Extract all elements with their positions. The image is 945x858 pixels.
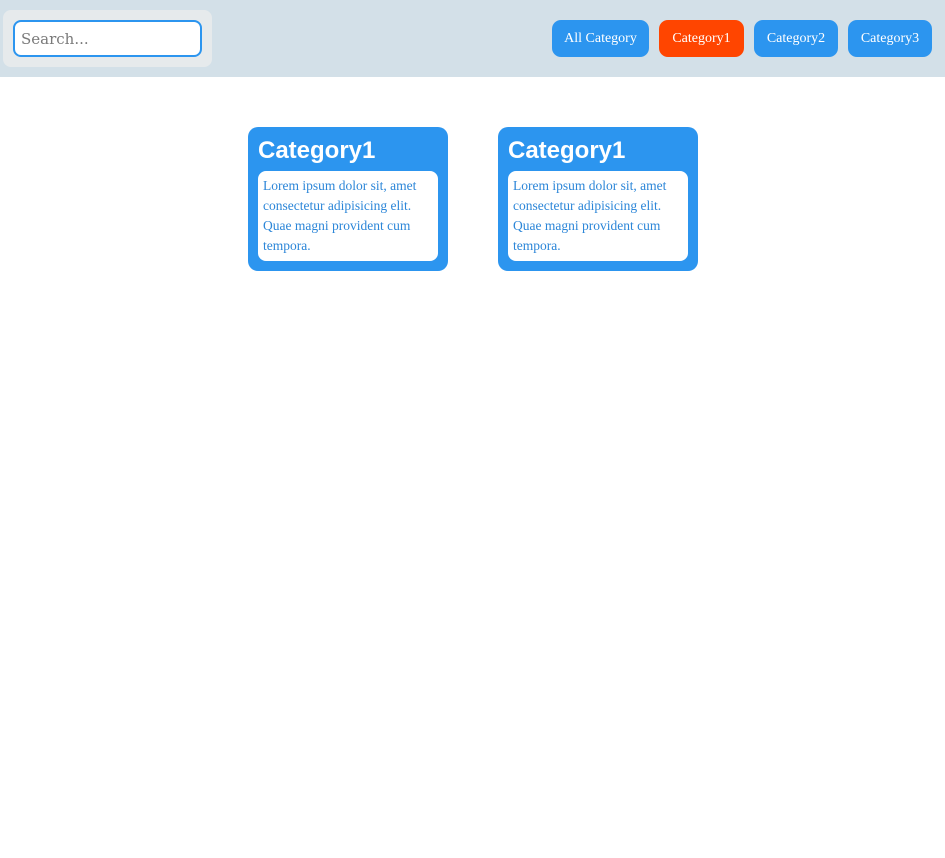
filter-category1-button[interactable]: Category1 xyxy=(659,20,744,57)
category-card: Category1 Lorem ipsum dolor sit, amet co… xyxy=(248,127,448,271)
filter-all-category-button[interactable]: All Category xyxy=(552,20,649,57)
search-input[interactable] xyxy=(13,20,202,57)
filter-category3-button[interactable]: Category3 xyxy=(848,20,932,57)
card-title: Category1 xyxy=(258,137,376,164)
top-bar: All Category Category1 Category2 Categor… xyxy=(0,0,945,77)
card-description: Lorem ipsum dolor sit, amet consectetur … xyxy=(508,171,688,261)
card-description: Lorem ipsum dolor sit, amet consectetur … xyxy=(258,171,438,261)
card-title: Category1 xyxy=(508,137,626,164)
filter-category2-button[interactable]: Category2 xyxy=(754,20,838,57)
search-container xyxy=(3,10,212,67)
category-card: Category1 Lorem ipsum dolor sit, amet co… xyxy=(498,127,698,271)
